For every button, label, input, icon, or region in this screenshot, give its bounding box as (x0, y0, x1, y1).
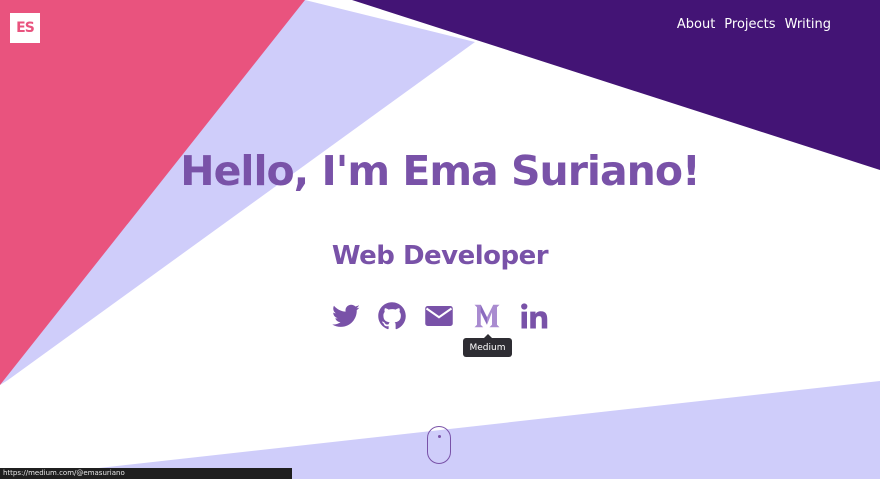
medium-link[interactable] (472, 301, 502, 331)
linkedin-icon (521, 303, 548, 329)
mouse-wheel-dot (437, 435, 441, 438)
nav-link-about[interactable]: About (677, 17, 715, 32)
twitter-icon (332, 304, 360, 327)
main-nav: About Projects Writing (677, 17, 831, 32)
email-link[interactable] (424, 301, 454, 331)
logo-text: ES (16, 20, 35, 36)
linkedin-link[interactable] (519, 301, 549, 331)
github-icon (378, 302, 406, 330)
email-icon (425, 306, 453, 326)
site-logo[interactable]: ES (10, 13, 40, 43)
hero-subtitle: Web Developer (331, 241, 549, 271)
social-links (0, 301, 880, 331)
twitter-link[interactable] (331, 301, 361, 331)
medium-tooltip: Medium (463, 334, 512, 357)
nav-link-writing[interactable]: Writing (785, 17, 831, 32)
nav-link-projects[interactable]: Projects (724, 17, 775, 32)
github-link[interactable] (377, 301, 407, 331)
scroll-down-mouse-icon[interactable] (427, 426, 451, 464)
browser-status-bar: https://medium.com/@emasuriano (0, 468, 292, 479)
medium-icon (474, 304, 500, 328)
background-shapes (0, 0, 880, 479)
hero-title: Hello, I'm Ema Suriano! (180, 147, 700, 195)
